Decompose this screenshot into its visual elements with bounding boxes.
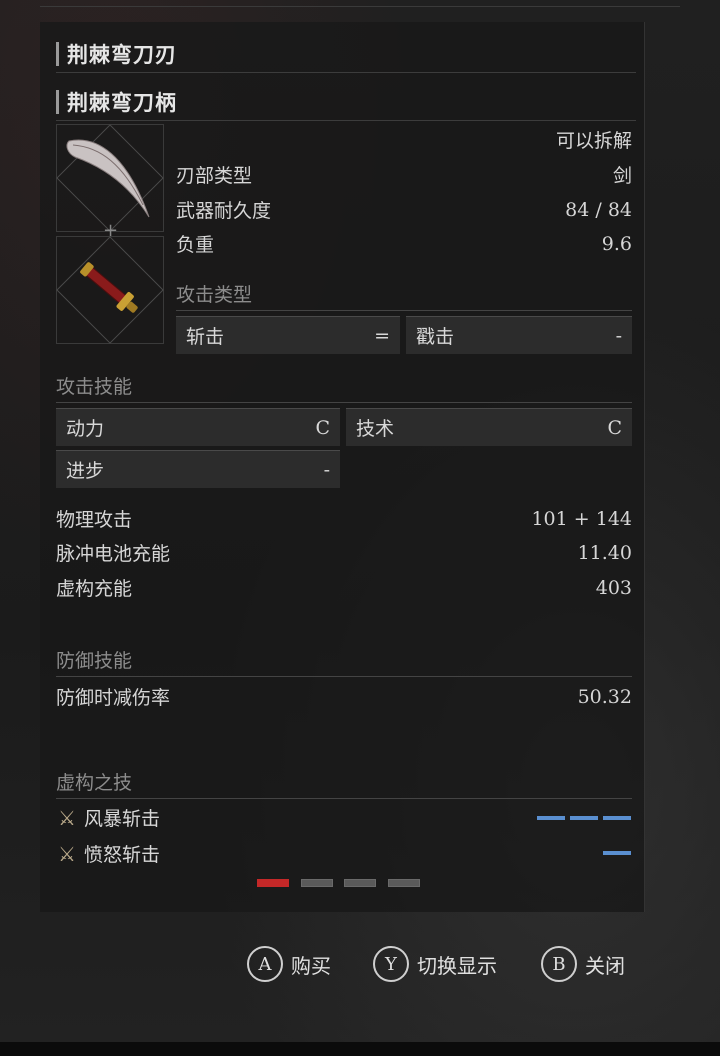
section-divider bbox=[176, 310, 632, 311]
disassemble-text: 可以拆解 bbox=[555, 130, 632, 152]
page-indicator[interactable] bbox=[388, 879, 420, 887]
motivity-cell: 动力 C bbox=[56, 408, 340, 446]
weapon-parts-icons: + bbox=[56, 124, 164, 344]
pierce-cell: 戳击 - bbox=[406, 316, 632, 354]
page-indicator-active[interactable] bbox=[257, 879, 289, 887]
y-button-icon: Y bbox=[373, 946, 409, 982]
defense-label: 防御时减伤率 bbox=[56, 687, 171, 709]
advance-label: 进步 bbox=[66, 460, 105, 482]
stat-label: 负重 bbox=[176, 234, 215, 256]
fable-art-name: 风暴斩击 bbox=[83, 808, 160, 830]
attack-stat-row: 虚构充能 403 bbox=[56, 574, 632, 601]
stat-value: 403 bbox=[595, 576, 632, 599]
fable-slot-bar bbox=[603, 851, 631, 855]
defense-title: 防御技能 bbox=[56, 650, 133, 672]
top-divider bbox=[40, 6, 680, 7]
close-label: 关闭 bbox=[585, 953, 625, 978]
section-divider bbox=[56, 676, 632, 677]
fable-slot-bar bbox=[537, 816, 565, 820]
page-indicator[interactable] bbox=[344, 879, 376, 887]
a-button-icon: A bbox=[247, 946, 283, 982]
handle-name: 荆棘弯刀柄 bbox=[67, 90, 177, 115]
slash-value: = bbox=[374, 324, 390, 347]
handle-icon-frame bbox=[56, 236, 164, 344]
stat-label: 脉冲电池充能 bbox=[56, 543, 171, 565]
handle-icon bbox=[80, 262, 138, 313]
slash-label: 斩击 bbox=[186, 326, 225, 348]
close-button[interactable]: B 关闭 bbox=[541, 946, 625, 982]
technique-cell: 技术 C bbox=[346, 408, 632, 446]
bottom-bar bbox=[0, 1042, 720, 1056]
attack-skill-title: 攻击技能 bbox=[56, 376, 133, 398]
pierce-value: - bbox=[615, 324, 622, 347]
pierce-label: 戳击 bbox=[416, 326, 455, 348]
stat-value: 101 + 144 bbox=[531, 507, 632, 530]
fable-arts-title: 虚构之技 bbox=[56, 772, 133, 794]
b-button-icon: B bbox=[541, 946, 577, 982]
toggle-display-label: 切换显示 bbox=[417, 953, 497, 978]
page-indicator[interactable] bbox=[301, 879, 333, 887]
fable-slot-bar bbox=[570, 816, 598, 820]
motivity-value: C bbox=[315, 416, 330, 439]
disassemble-status: 可以拆解 bbox=[520, 126, 632, 153]
stat-row: 武器耐久度 84 / 84 bbox=[176, 196, 632, 223]
stat-row: 刃部类型 剑 bbox=[176, 161, 632, 188]
stat-row: 负重 9.6 bbox=[176, 230, 632, 257]
stat-value: 剑 bbox=[612, 165, 632, 187]
stat-label: 物理攻击 bbox=[56, 509, 133, 531]
attack-stat-row: 脉冲电池充能 11.40 bbox=[56, 539, 632, 566]
attack-stat-row: 物理攻击 101 + 144 bbox=[56, 505, 632, 532]
buy-button[interactable]: A 购买 bbox=[247, 946, 331, 982]
technique-value: C bbox=[607, 416, 622, 439]
stat-value: 84 / 84 bbox=[565, 198, 632, 221]
curved-blade-icon bbox=[66, 139, 150, 218]
fable-art-name: 愤怒斩击 bbox=[83, 844, 160, 866]
fable-art-item: ⚔ 风暴斩击 bbox=[58, 804, 160, 831]
technique-label: 技术 bbox=[356, 418, 395, 440]
fable-art-item: ⚔ 愤怒斩击 bbox=[58, 840, 160, 867]
section-divider bbox=[56, 402, 632, 403]
stat-label: 刃部类型 bbox=[176, 165, 253, 187]
blade-header: 荆棘弯刀刃 bbox=[56, 36, 636, 73]
blade-name: 荆棘弯刀刃 bbox=[67, 42, 177, 67]
stat-value: 9.6 bbox=[601, 232, 632, 255]
header-marker bbox=[56, 42, 59, 66]
crossed-swords-icon: ⚔ bbox=[58, 841, 76, 866]
defense-value: 50.32 bbox=[577, 685, 632, 708]
header-marker bbox=[56, 90, 59, 114]
stat-label: 武器耐久度 bbox=[176, 200, 272, 222]
section-divider bbox=[56, 798, 632, 799]
slash-cell: 斩击 = bbox=[176, 316, 400, 354]
stat-label: 虚构充能 bbox=[56, 578, 133, 600]
toggle-display-button[interactable]: Y 切换显示 bbox=[373, 946, 497, 982]
fable-slot-bar bbox=[603, 816, 631, 820]
crossed-swords-icon: ⚔ bbox=[58, 805, 76, 830]
advance-cell: 进步 - bbox=[56, 450, 340, 488]
buy-label: 购买 bbox=[291, 953, 331, 978]
motivity-label: 动力 bbox=[66, 418, 105, 440]
blade-icon-frame bbox=[56, 124, 164, 232]
defense-row: 防御时减伤率 50.32 bbox=[56, 683, 632, 710]
handle-header: 荆棘弯刀柄 bbox=[56, 84, 636, 121]
advance-value: - bbox=[323, 458, 330, 481]
attack-type-title: 攻击类型 bbox=[176, 284, 253, 306]
stat-value: 11.40 bbox=[577, 541, 632, 564]
